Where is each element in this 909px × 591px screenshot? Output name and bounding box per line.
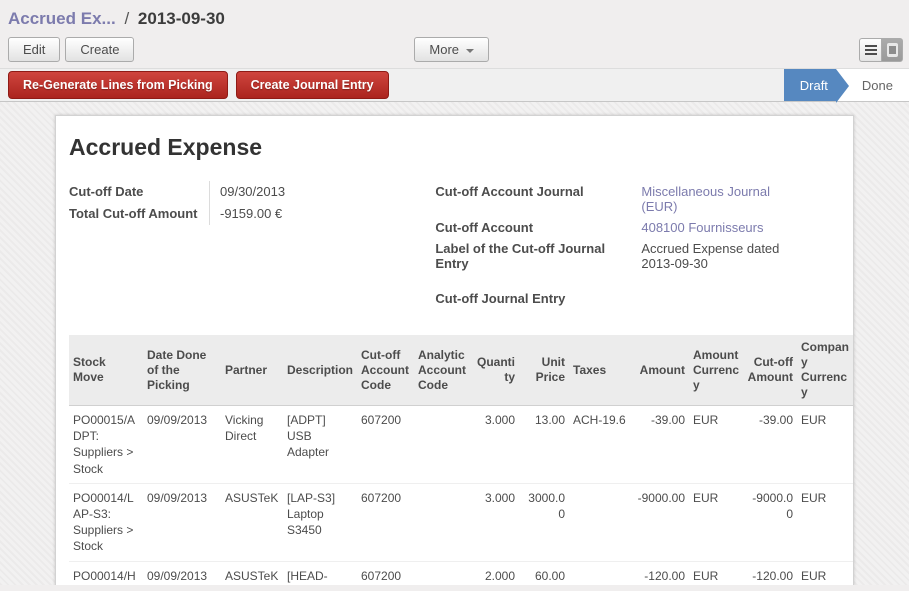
- table-cell: [414, 561, 471, 585]
- column-header: Cut-off Account Code: [357, 335, 414, 406]
- table-cell: EUR: [689, 406, 743, 484]
- chevron-down-icon: [466, 49, 474, 53]
- lines-table-container: Stock MoveDate Done of the PickingPartne…: [69, 335, 840, 585]
- form-view-button[interactable]: [881, 38, 903, 62]
- journal-entry-label-value: Accrued Expense dated 2013-09-30: [631, 238, 799, 274]
- table-cell: [569, 561, 631, 585]
- cutoff-date-label: Cut-off Date: [69, 181, 209, 203]
- table-cell: [HEAD-USB] Headset USB: [283, 561, 357, 585]
- table-cell: 60.00: [519, 561, 569, 585]
- column-header: Partner: [221, 335, 283, 406]
- journal-entry-label-label: Label of the Cut-off Journal Entry: [435, 238, 631, 274]
- table-cell: -39.00: [743, 406, 797, 484]
- column-header: Amount Currency: [689, 335, 743, 406]
- column-header: Taxes: [569, 335, 631, 406]
- table-cell: 3.000: [471, 406, 519, 484]
- table-cell: 3000.00: [519, 483, 569, 561]
- table-cell: -39.00: [631, 406, 689, 484]
- table-cell: [414, 483, 471, 561]
- table-cell: EUR: [797, 561, 853, 585]
- table-cell: EUR: [797, 483, 853, 561]
- edit-button[interactable]: Edit: [8, 37, 60, 62]
- table-cell: [414, 406, 471, 484]
- breadcrumb-separator: /: [120, 9, 133, 28]
- lines-table: Stock MoveDate Done of the PickingPartne…: [69, 335, 853, 585]
- column-header: Company Currency: [797, 335, 853, 406]
- cutoff-journal-entry-label: Cut-off Journal Entry: [435, 288, 631, 309]
- table-cell: PO00015/ADPT: Suppliers > Stock: [69, 406, 143, 484]
- table-cell: ACH-19.6: [569, 406, 631, 484]
- cutoff-account-journal-label: Cut-off Account Journal: [435, 181, 631, 217]
- table-cell: 607200: [357, 561, 414, 585]
- table-cell: 13.00: [519, 406, 569, 484]
- regenerate-lines-button[interactable]: Re-Generate Lines from Picking: [8, 71, 228, 99]
- table-cell: PO00014/HEAD-USB: Suppliers > Stock: [69, 561, 143, 585]
- column-header: Stock Move: [69, 335, 143, 406]
- table-row[interactable]: PO00015/ADPT: Suppliers > Stock09/09/201…: [69, 406, 853, 484]
- create-button[interactable]: Create: [65, 37, 134, 62]
- cutoff-journal-entry-value: [631, 288, 641, 309]
- column-header: Quantity: [471, 335, 519, 406]
- table-cell: Vicking Direct: [221, 406, 283, 484]
- table-cell: 607200: [357, 483, 414, 561]
- sheet: Accrued Expense Cut-off Date 09/30/2013 …: [55, 115, 854, 585]
- table-row[interactable]: PO00014/HEAD-USB: Suppliers > Stock09/09…: [69, 561, 853, 585]
- cutoff-date-value: 09/30/2013: [209, 181, 329, 203]
- list-view-button[interactable]: [859, 38, 881, 62]
- table-cell: 3.000: [471, 483, 519, 561]
- column-header: Unit Price: [519, 335, 569, 406]
- cutoff-account-label: Cut-off Account: [435, 217, 631, 238]
- table-cell: 09/09/2013: [143, 406, 221, 484]
- table-cell: PO00014/LAP-S3: Suppliers > Stock: [69, 483, 143, 561]
- create-journal-entry-button[interactable]: Create Journal Entry: [236, 71, 389, 99]
- table-cell: -120.00: [743, 561, 797, 585]
- breadcrumb: Accrued Ex... / 2013-09-30: [0, 0, 909, 35]
- breadcrumb-parent-link[interactable]: Accrued Ex...: [8, 9, 116, 28]
- form-view-background: Accrued Expense Cut-off Date 09/30/2013 …: [0, 102, 909, 585]
- column-header: Amount: [631, 335, 689, 406]
- table-cell: 09/09/2013: [143, 483, 221, 561]
- table-row[interactable]: PO00014/LAP-S3: Suppliers > Stock09/09/2…: [69, 483, 853, 561]
- table-cell: -9000.00: [743, 483, 797, 561]
- table-cell: EUR: [689, 483, 743, 561]
- table-cell: EUR: [797, 406, 853, 484]
- column-header: Date Done of the Picking: [143, 335, 221, 406]
- view-switcher: [859, 38, 903, 62]
- breadcrumb-current: 2013-09-30: [138, 9, 225, 28]
- table-cell: [ADPT] USB Adapter: [283, 406, 357, 484]
- column-header: Description: [283, 335, 357, 406]
- table-cell: -120.00: [631, 561, 689, 585]
- total-cutoff-amount-value: -9159.00 €: [209, 203, 329, 225]
- table-cell: -9000.00: [631, 483, 689, 561]
- cutoff-account-journal-link[interactable]: Miscellaneous Journal (EUR): [631, 181, 799, 217]
- table-cell: 607200: [357, 406, 414, 484]
- field-group-left: Cut-off Date 09/30/2013 Total Cut-off Am…: [69, 181, 431, 309]
- list-view-icon: [865, 45, 877, 55]
- action-bar: Re-Generate Lines from Picking Create Jo…: [0, 68, 909, 102]
- more-button[interactable]: More: [414, 37, 489, 62]
- table-header-row: Stock MoveDate Done of the PickingPartne…: [69, 335, 853, 406]
- table-cell: EUR: [689, 561, 743, 585]
- table-cell: ASUSTeK: [221, 483, 283, 561]
- statusbar: Draft Done: [784, 69, 909, 101]
- table-cell: [569, 483, 631, 561]
- page-title: Accrued Expense: [69, 134, 840, 161]
- column-header: Cut-off Amount: [743, 335, 797, 406]
- table-cell: [LAP-S3] Laptop S3450: [283, 483, 357, 561]
- field-group-right: Cut-off Account Journal Miscellaneous Jo…: [431, 181, 840, 309]
- state-draft[interactable]: Draft: [784, 69, 836, 101]
- table-cell: ASUSTeK: [221, 561, 283, 585]
- form-view-icon: [887, 43, 898, 57]
- column-header: Analytic Account Code: [414, 335, 471, 406]
- table-cell: 09/09/2013: [143, 561, 221, 585]
- cutoff-account-link[interactable]: 408100 Fournisseurs: [631, 217, 763, 238]
- toolbar: Edit Create More: [0, 35, 909, 68]
- table-cell: 2.000: [471, 561, 519, 585]
- total-cutoff-amount-label: Total Cut-off Amount: [69, 203, 209, 225]
